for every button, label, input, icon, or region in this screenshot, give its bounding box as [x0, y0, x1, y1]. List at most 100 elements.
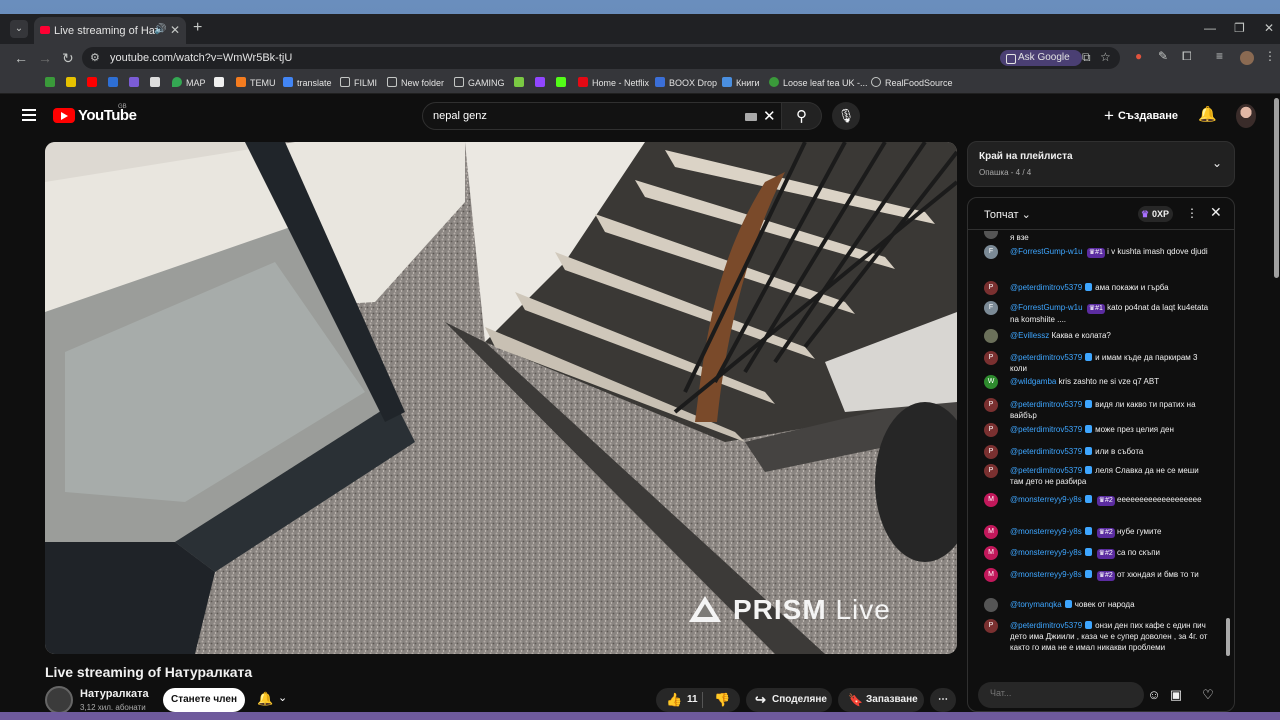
- bookmark-realfood[interactable]: RealFoodSource: [871, 76, 953, 90]
- chat-author[interactable]: @Evillessz: [1010, 331, 1049, 340]
- chat-avatar[interactable]: [984, 598, 998, 612]
- chat-author[interactable]: @ForrestGump-w1u: [1010, 303, 1083, 312]
- bookmark-filmi[interactable]: FILMI: [340, 76, 377, 90]
- chat-scrollbar[interactable]: [1226, 618, 1230, 656]
- chat-avatar[interactable]: P: [984, 351, 998, 365]
- chat-avatar[interactable]: M: [984, 493, 998, 507]
- playlist-panel[interactable]: Край на плейлиста Опашка - 4 / 4 ⌄: [967, 141, 1235, 187]
- profile-avatar-icon[interactable]: [1240, 51, 1254, 65]
- close-chat-icon[interactable]: ✕: [1210, 204, 1222, 221]
- bookmark-twitch[interactable]: [535, 76, 549, 90]
- chat-avatar[interactable]: M: [984, 525, 998, 539]
- video-player[interactable]: PRISM Live: [45, 142, 957, 654]
- emoji-icon[interactable]: ☺: [1144, 685, 1164, 705]
- create-button[interactable]: + Създаване: [1104, 104, 1178, 128]
- chat-avatar[interactable]: P: [984, 464, 998, 478]
- close-window-icon[interactable]: ✕: [1264, 21, 1274, 35]
- save-button[interactable]: 🔖 Запазване: [838, 688, 924, 712]
- back-icon[interactable]: ←: [14, 50, 28, 66]
- more-actions-button[interactable]: ⋯: [930, 688, 956, 712]
- bookmark-translate[interactable]: translate: [283, 76, 332, 90]
- chat-author[interactable]: @peterdimitrov5379: [1010, 466, 1082, 475]
- chat-author[interactable]: @peterdimitrov5379: [1010, 400, 1082, 409]
- chat-author[interactable]: @monsterreyy9-y8s: [1010, 548, 1082, 557]
- chat-author[interactable]: @peterdimitrov5379: [1010, 353, 1082, 362]
- bookmark-amazon[interactable]: [214, 76, 228, 90]
- menu-icon[interactable]: ⋮: [1264, 49, 1276, 63]
- bookmark-gaming[interactable]: GAMING: [454, 76, 505, 90]
- chat-avatar[interactable]: P: [984, 619, 998, 633]
- chat-avatar[interactable]: P: [984, 398, 998, 412]
- chat-author[interactable]: @monsterreyy9-y8s: [1010, 495, 1082, 504]
- like-icon[interactable]: 👍: [666, 688, 682, 712]
- chat-avatar[interactable]: F: [984, 301, 998, 315]
- chat-author[interactable]: @tonymanqka: [1010, 600, 1062, 609]
- chat-avatar[interactable]: P: [984, 445, 998, 459]
- page-scrollbar[interactable]: [1274, 98, 1279, 278]
- forward-icon[interactable]: →: [38, 50, 52, 66]
- bookmark-tea[interactable]: Loose leaf tea UK -...: [769, 76, 868, 90]
- bookmark-icon-3[interactable]: [87, 76, 101, 90]
- dislike-icon[interactable]: 👎: [714, 688, 730, 712]
- extension-2-icon[interactable]: ✎: [1158, 49, 1168, 63]
- bookmark-map[interactable]: MAP: [172, 76, 206, 90]
- voice-search-button[interactable]: 🎙: [832, 102, 860, 130]
- new-tab-button[interactable]: +: [193, 19, 202, 37]
- xp-badge[interactable]: 0XP: [1138, 206, 1174, 222]
- reading-list-icon[interactable]: ≡: [1216, 49, 1223, 63]
- address-bar[interactable]: ⚙ youtube.com/watch?v=WmWr5Bk-tjU Ask Go…: [82, 47, 1120, 69]
- chat-input[interactable]: [990, 688, 1130, 698]
- keyboard-icon[interactable]: [745, 113, 757, 121]
- chat-author[interactable]: @peterdimitrov5379: [1010, 425, 1082, 434]
- search-button[interactable]: ⚲: [782, 102, 822, 130]
- super-chat-icon[interactable]: ▣: [1166, 685, 1186, 705]
- bookmark-netflix[interactable]: Home - Netflix: [578, 76, 649, 90]
- tab-search-button[interactable]: ⌄: [10, 20, 28, 38]
- share-button[interactable]: ↪ Споделяне: [746, 688, 832, 712]
- account-avatar[interactable]: [1236, 104, 1256, 128]
- minimize-icon[interactable]: —: [1204, 21, 1216, 35]
- chat-avatar[interactable]: P: [984, 281, 998, 295]
- chat-author[interactable]: @monsterreyy9-y8s: [1010, 527, 1082, 536]
- extensions-puzzle-icon[interactable]: ⧠: [1182, 49, 1192, 64]
- chat-message-list[interactable]: я взе F @ForrestGump-w1u ♛#1 i v kushta i…: [968, 231, 1234, 679]
- chat-more-icon[interactable]: ⋮: [1186, 206, 1198, 220]
- chat-avatar[interactable]: [984, 329, 998, 343]
- bookmark-icon-4[interactable]: [108, 76, 122, 90]
- join-button[interactable]: Станете член: [163, 688, 245, 712]
- channel-avatar[interactable]: [45, 686, 73, 712]
- tab-youtube[interactable]: Live streaming of Натуралката 🔊 ✕: [34, 17, 186, 44]
- search-box[interactable]: ✕: [422, 102, 782, 130]
- chat-input-box[interactable]: [978, 682, 1144, 708]
- bookmark-icon-5[interactable]: [129, 76, 143, 90]
- bookmark-temu[interactable]: TEMU: [236, 76, 276, 90]
- chat-avatar[interactable]: P: [984, 423, 998, 437]
- chat-author[interactable]: @ForrestGump-w1u: [1010, 247, 1083, 256]
- chat-author[interactable]: @peterdimitrov5379: [1010, 621, 1082, 630]
- hamburger-menu-icon[interactable]: [22, 109, 36, 121]
- bookmark-icon-2[interactable]: [66, 76, 80, 90]
- search-input[interactable]: [433, 108, 733, 124]
- chevron-down-icon[interactable]: ⌄: [1212, 156, 1222, 170]
- ask-google-button[interactable]: Ask Google: [1000, 50, 1082, 66]
- site-info-icon[interactable]: ⚙: [90, 51, 100, 64]
- channel-name[interactable]: Натуралката: [80, 688, 149, 700]
- bookmark-kick[interactable]: [556, 76, 570, 90]
- extension-icon[interactable]: ●: [1135, 49, 1142, 63]
- heart-icon[interactable]: ♡: [1198, 685, 1218, 705]
- chat-avatar[interactable]: M: [984, 568, 998, 582]
- bookmark-icon-6[interactable]: [150, 76, 164, 90]
- clear-search-icon[interactable]: ✕: [763, 107, 776, 125]
- chevron-down-icon[interactable]: ⌄: [278, 691, 287, 704]
- install-icon[interactable]: ⧉: [1082, 50, 1091, 65]
- chat-avatar[interactable]: M: [984, 546, 998, 560]
- chat-avatar[interactable]: W: [984, 375, 998, 389]
- bookmark-boox[interactable]: BOOX Drop: [655, 76, 717, 90]
- subscription-bell-icon[interactable]: 🔔: [257, 691, 273, 707]
- chat-avatar[interactable]: F: [984, 245, 998, 259]
- speaker-icon[interactable]: 🔊: [154, 24, 166, 35]
- chat-mode-selector[interactable]: Топчат ⌄: [984, 208, 1031, 221]
- chat-author[interactable]: @monsterreyy9-y8s: [1010, 570, 1082, 579]
- notifications-bell-icon[interactable]: 🔔: [1198, 105, 1217, 123]
- close-tab-icon[interactable]: ✕: [170, 23, 180, 37]
